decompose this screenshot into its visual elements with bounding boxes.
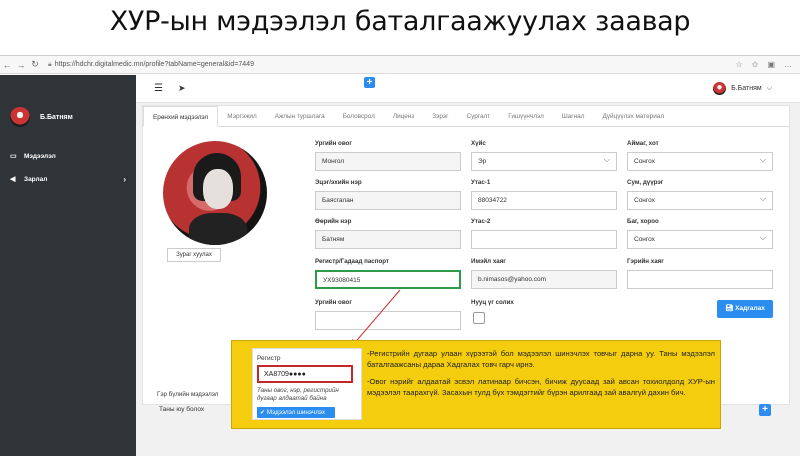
face-shape	[203, 169, 233, 209]
avatar	[10, 107, 30, 127]
tab-training[interactable]: Сургалт	[458, 106, 500, 126]
first-name-label: Өөрийн нэр	[315, 218, 352, 225]
lock-icon: 🔒︎	[48, 60, 52, 68]
example-register-mask: ●●●●	[288, 371, 306, 378]
email-label: Имэйл хаяг	[471, 258, 506, 265]
monitor-icon: ▭	[10, 153, 17, 160]
favorites-icon[interactable]: ✩	[752, 60, 759, 69]
bag-label: Баг, хороо	[627, 218, 659, 225]
gender-label: Хүйс	[471, 140, 486, 147]
chevron-down-icon: ⌵	[766, 84, 772, 92]
parent-name-label: Эцэг/эхийн нэр	[315, 179, 362, 186]
profile-photo	[163, 141, 267, 245]
phone1-label: Утас-1	[471, 179, 491, 186]
surname-field[interactable]	[315, 311, 461, 330]
save-button[interactable]: 💾︎ Хадгалах	[717, 300, 773, 318]
change-password-checkbox[interactable]	[473, 312, 485, 324]
sidebar-user-name: Б.Батням	[40, 113, 73, 121]
instruction-text: -Регистрийн дугаар улаан хүрээтэй бол мэ…	[367, 348, 715, 404]
tab-experience[interactable]: Ажлын туршлага	[266, 106, 334, 126]
register-example: Регистр ХА8709●●●● Таны овог, нэр, регис…	[252, 348, 362, 420]
tab-bar: Ерөнхий мэдээлэл Мэргэжил Ажлын туршлага…	[143, 106, 789, 127]
family-label: Гэр бүлийн мэдээлэл	[157, 391, 219, 398]
tab-equivalence[interactable]: Дүйцүүлэх материал	[593, 106, 673, 126]
more-icon[interactable]: …	[784, 60, 792, 69]
phone2-field[interactable]	[471, 230, 617, 249]
password-label: Нууц үг солих	[471, 299, 514, 306]
address-label: Гэрийн хаяг	[627, 258, 664, 265]
back-icon[interactable]: ←	[0, 60, 14, 70]
slide-title: ХУР-ын мэдээлэл баталгаажуулах заавар	[109, 6, 691, 37]
avatar	[713, 82, 727, 95]
tab-awards[interactable]: Шагнал	[553, 106, 594, 126]
surname-label: Ургийн овог	[315, 299, 352, 306]
sum-label: Сум, дүүрэг	[627, 179, 664, 186]
tab-membership[interactable]: Гишүүнчлэл	[499, 106, 553, 126]
sidebar-item-label: Зарлал	[24, 175, 48, 183]
tab-degree[interactable]: Зэрэг	[423, 106, 457, 126]
top-bar: ☰ ➤ + Б.Батням ⌵	[136, 75, 800, 103]
sidebar: Б.Батням ▭ Мэдээлэл ◀ Зарлал ›	[0, 75, 136, 456]
example-error-message: Таны овог, нэр, регистрийн дугаар алдаат…	[257, 387, 339, 402]
phone1-field[interactable]: 88034722	[471, 191, 617, 210]
tab-general[interactable]: Ерөнхий мэдээлэл	[143, 106, 219, 127]
gender-select[interactable]: Эр	[471, 152, 617, 171]
refresh-icon[interactable]: ↻	[28, 59, 42, 70]
browser-actions: ☆ ✩ ▣ …	[736, 60, 800, 69]
star-icon[interactable]: ☆	[736, 60, 743, 69]
upload-photo-button[interactable]: Зураг хуулах	[167, 248, 221, 262]
example-register-label: Регистр	[257, 355, 281, 362]
add-button[interactable]: +	[364, 77, 375, 88]
example-register-input: ХА8709●●●●	[257, 365, 353, 383]
first-name-field[interactable]: Батням	[315, 230, 461, 249]
url-text: https://hdchr.digitalmedic.mn/profile?ta…	[54, 61, 254, 68]
body-shape	[189, 213, 247, 245]
bag-select[interactable]: Сонгох	[627, 230, 773, 249]
instruction-paragraph-2: -Овог нэрийг алдаатай эсвэл латинаар бич…	[367, 377, 715, 397]
parent-name-field[interactable]: Баясгалан	[315, 191, 461, 210]
register-label: Регистр/Гадаад паспорт	[315, 258, 389, 265]
user-menu[interactable]: Б.Батням ⌵	[713, 82, 772, 95]
save-label: Хадгалах	[735, 305, 765, 312]
lineage-field[interactable]: Монгол	[315, 152, 461, 171]
menu-icon[interactable]: ☰	[154, 83, 163, 94]
sidebar-item-announcements[interactable]: ◀ Зарлал ›	[0, 172, 136, 186]
sum-select[interactable]: Сонгох	[627, 191, 773, 210]
instruction-paragraph-1: -Регистрийн дугаар улаан хүрээтэй бол мэ…	[367, 349, 715, 369]
megaphone-icon: ◀	[10, 176, 16, 183]
aimag-select[interactable]: Сонгох	[627, 152, 773, 171]
tab-profession[interactable]: Мэргэжил	[218, 106, 265, 126]
example-register-value: ХА8709	[264, 371, 289, 378]
update-info-button[interactable]: ✔ Мэдээлэл шинэчлэх	[257, 407, 335, 418]
add-family-button[interactable]: +	[759, 404, 771, 416]
forward-icon[interactable]: →	[14, 60, 28, 70]
address-bar: ← → ↻ 🔒︎ https://hdchr.digitalmedic.mn/pr…	[0, 56, 800, 74]
collections-icon[interactable]: ▣	[767, 60, 775, 69]
sidebar-item-info[interactable]: ▭ Мэдээлэл	[0, 149, 136, 163]
url-field[interactable]: 🔒︎ https://hdchr.digitalmedic.mn/profile?…	[48, 61, 254, 69]
check-icon: ✔	[260, 409, 267, 416]
sidebar-user[interactable]: Б.Батням	[0, 75, 136, 127]
tab-license[interactable]: Лиценз	[384, 106, 423, 126]
sidebar-item-label: Мэдээлэл	[24, 152, 56, 160]
tab-education[interactable]: Боловсрол	[334, 106, 384, 126]
user-name: Б.Батням	[731, 85, 762, 92]
lineage-label: Ургийн овог	[315, 140, 352, 147]
update-info-label: Мэдээлэл шинэчлэх	[266, 409, 325, 416]
address-field[interactable]	[627, 270, 773, 289]
email-field[interactable]: b.nimasos@yahoo.com	[471, 270, 617, 289]
instruction-callout: Регистр ХА8709●●●● Таны овог, нэр, регис…	[231, 340, 721, 429]
register-field[interactable]: УХ93080415	[315, 270, 461, 289]
aimag-label: Аймаг, хот	[627, 140, 659, 147]
save-icon: 💾︎	[725, 305, 736, 312]
chevron-right-icon: ›	[123, 174, 126, 184]
send-icon[interactable]: ➤	[178, 83, 186, 94]
phone2-label: Утас-2	[471, 218, 491, 225]
